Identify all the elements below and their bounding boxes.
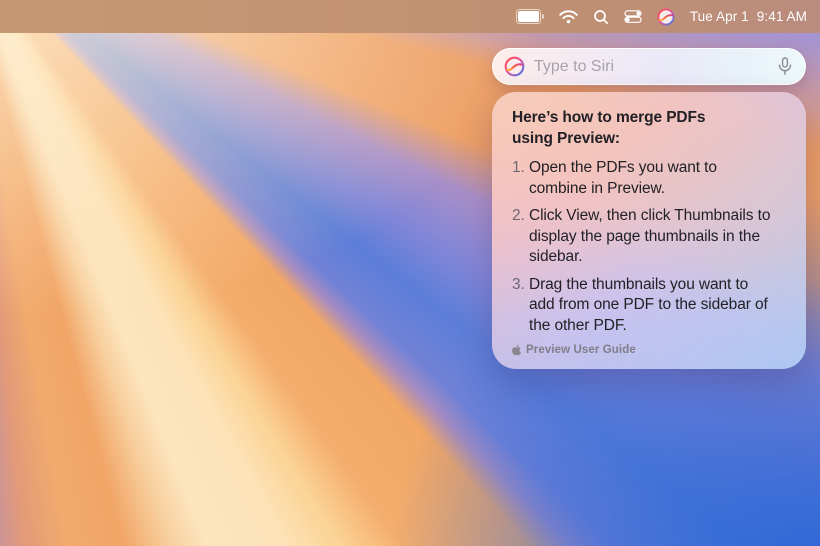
battery-fill xyxy=(518,11,539,22)
step-text: Open the PDFs you want to combine in Pre… xyxy=(529,158,717,199)
battery-body xyxy=(516,9,541,24)
steps-list: 1. Open the PDFs you want to combine in … xyxy=(512,158,786,343)
response-heading: Here’s how to merge PDFs using Preview: xyxy=(512,108,786,149)
menu-bar-date: Tue Apr 1 xyxy=(690,9,749,24)
step-number: 2. xyxy=(512,206,529,268)
battery-nub xyxy=(542,14,544,19)
step-number: 3. xyxy=(512,275,529,337)
list-item: 1. Open the PDFs you want to combine in … xyxy=(512,158,786,199)
apple-logo-icon xyxy=(512,344,521,356)
siri-menu-icon[interactable] xyxy=(657,8,675,26)
spotlight-search-icon[interactable] xyxy=(593,9,609,25)
battery-icon[interactable] xyxy=(516,9,544,24)
list-item: 2. Click View, then click Thumbnails to … xyxy=(512,206,786,268)
step-number: 1. xyxy=(512,158,529,199)
menu-bar-clock[interactable]: Tue Apr 1 9:41 AM xyxy=(690,9,807,24)
siri-icon xyxy=(504,56,525,77)
siri-response-card: Here’s how to merge PDFs using Preview: … xyxy=(492,92,806,369)
list-item: 3. Drag the thumbnails you want to add f… xyxy=(512,275,786,337)
source-link[interactable]: Preview User Guide xyxy=(512,344,786,356)
microphone-icon[interactable] xyxy=(778,57,792,76)
source-label: Preview User Guide xyxy=(526,344,636,356)
siri-input-pill xyxy=(492,48,806,85)
step-text: Click View, then click Thumbnails to dis… xyxy=(529,206,770,268)
control-center-icon[interactable] xyxy=(624,10,642,23)
menu-bar-time: 9:41 AM xyxy=(757,9,807,24)
siri-text-input[interactable] xyxy=(534,58,769,76)
step-text: Drag the thumbnails you want to add from… xyxy=(529,275,768,337)
wifi-icon[interactable] xyxy=(559,10,578,24)
menu-bar: Tue Apr 1 9:41 AM xyxy=(0,0,820,33)
